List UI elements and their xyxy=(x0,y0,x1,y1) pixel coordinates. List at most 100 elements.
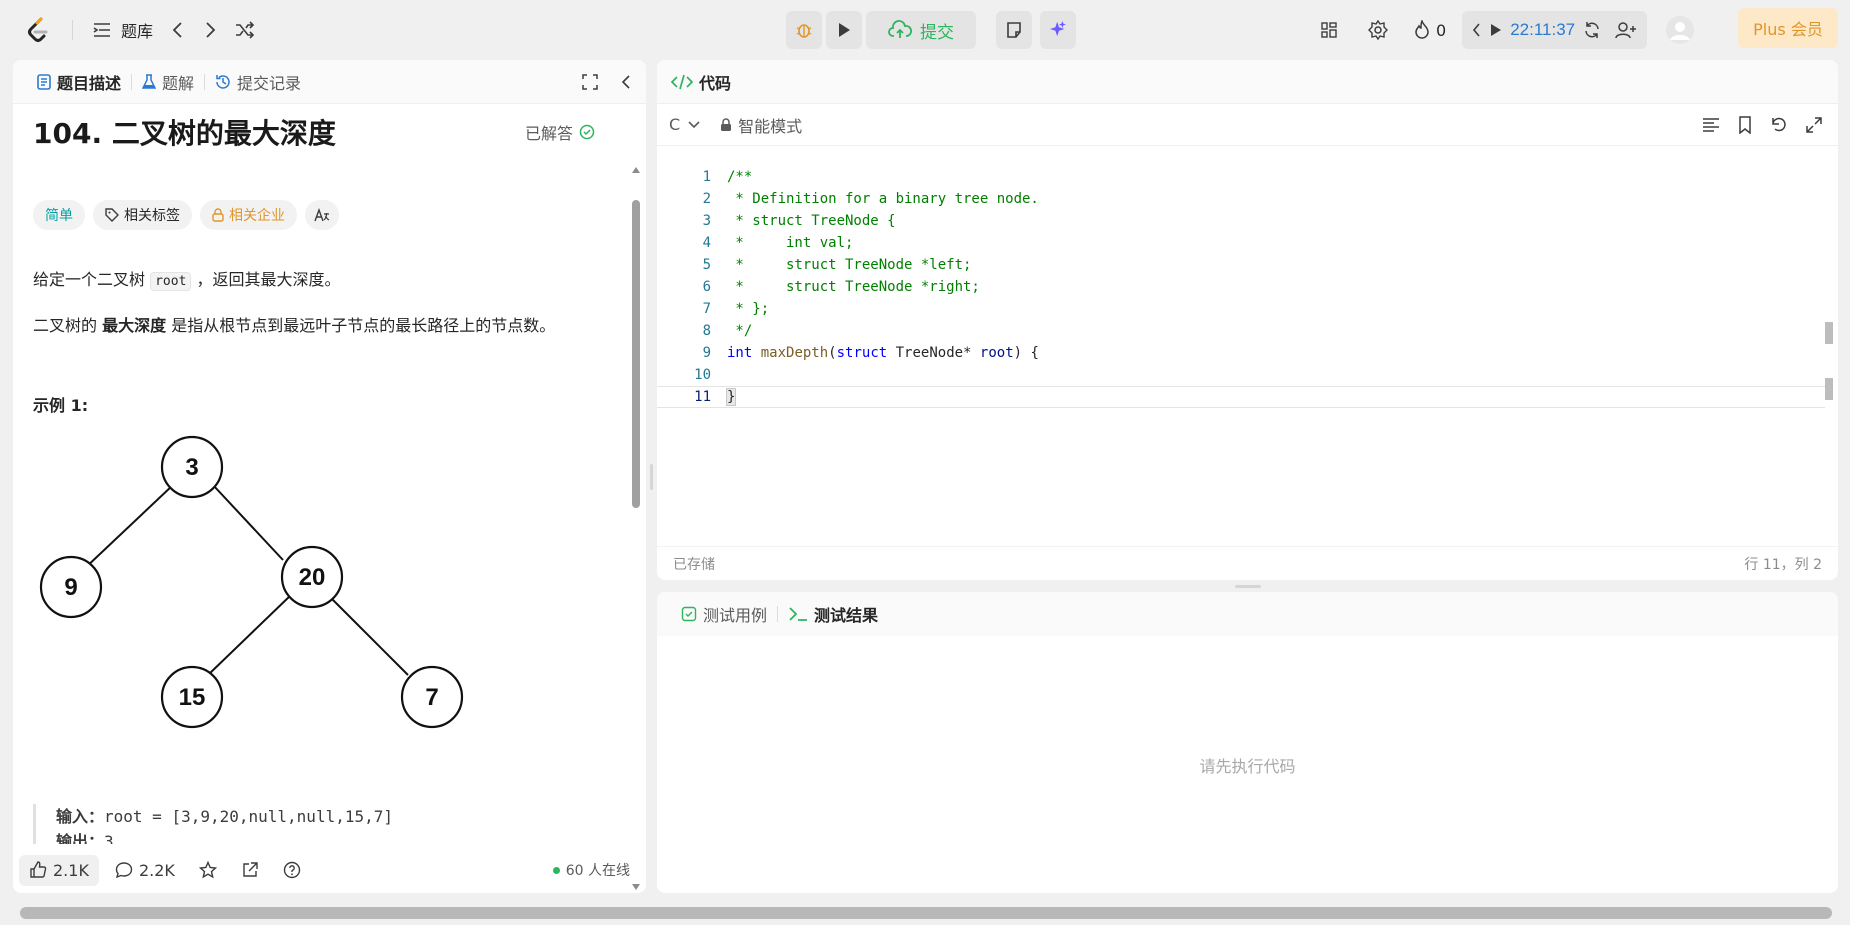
code-line[interactable]: 1 /** xyxy=(657,166,1825,188)
code-text: */ xyxy=(727,323,753,339)
line-number: 1 xyxy=(702,169,711,185)
run-button[interactable] xyxy=(826,11,862,49)
share-button[interactable] xyxy=(241,861,259,879)
plus-member-button[interactable]: Plus 会员 xyxy=(1738,8,1838,48)
layout-icon[interactable] xyxy=(1320,21,1338,39)
example-input-label: 输入： xyxy=(56,807,105,826)
code-line[interactable]: 3 * struct TreeNode { xyxy=(657,210,1825,232)
inline-code-root: root xyxy=(150,272,192,291)
problem-title: 104. 二叉树的最大深度 xyxy=(33,117,336,150)
example-output-label: 输出： xyxy=(56,832,105,844)
timer[interactable]: 22:11:37 xyxy=(1462,11,1648,49)
binary-tree-diagram: 3 9 20 15 7 xyxy=(39,435,464,729)
debug-button[interactable] xyxy=(786,11,822,49)
saved-status: 已存储 xyxy=(673,556,715,573)
flask-icon xyxy=(142,73,157,90)
editor-tools xyxy=(1702,115,1838,134)
scrollbar-thumb[interactable] xyxy=(632,200,640,508)
code-line[interactable]: 4 * int val; xyxy=(657,232,1825,254)
streak-badge[interactable]: 0 xyxy=(1414,20,1446,40)
chevron-left-icon[interactable] xyxy=(171,21,185,39)
leetcode-logo[interactable] xyxy=(24,16,52,44)
code-line[interactable]: 10 xyxy=(657,364,1825,386)
tab-submissions-label: 提交记录 xyxy=(237,73,302,93)
comment-icon xyxy=(115,861,133,879)
tab-description[interactable]: 题目描述 xyxy=(27,70,131,94)
line-number: 6 xyxy=(702,279,711,295)
desc1-text: 给定一个二叉树 xyxy=(33,270,151,289)
help-button[interactable] xyxy=(283,861,301,879)
smart-mode-toggle[interactable]: 智能模式 xyxy=(720,113,802,137)
test-tabs: 测试用例 测试结果 xyxy=(657,592,1838,636)
comments-button[interactable]: 2.2K xyxy=(115,861,175,880)
problem-list-label: 题库 xyxy=(121,22,154,41)
example-title: 示例 1: xyxy=(33,396,89,415)
chevron-down-icon xyxy=(688,120,700,129)
tab-test-cases[interactable]: 测试用例 xyxy=(671,602,777,626)
bookmark-icon[interactable] xyxy=(1738,115,1752,134)
fullscreen-icon[interactable] xyxy=(582,73,598,90)
reset-icon[interactable] xyxy=(1770,116,1788,134)
code-line[interactable]: 7 * }; xyxy=(657,298,1825,320)
code-text: } xyxy=(725,388,737,406)
problem-list-button[interactable]: 题库 xyxy=(93,18,153,42)
example-input: 输入：root = [3,9,20,null,null,15,7] xyxy=(56,804,613,829)
favorite-button[interactable] xyxy=(198,861,217,879)
online-dot xyxy=(552,866,560,874)
tag-row: 简单 相关标签 相关企业 xyxy=(33,200,339,230)
translate-icon xyxy=(314,208,330,222)
code-line-current[interactable]: 11} xyxy=(657,386,1825,408)
related-companies-button[interactable]: 相关企业 xyxy=(200,200,297,230)
code-line[interactable]: 6 * struct TreeNode *right; xyxy=(657,276,1825,298)
line-number: 4 xyxy=(702,235,711,251)
code-icon xyxy=(671,74,693,90)
tab-solutions[interactable]: 题解 xyxy=(132,70,204,94)
expand-icon[interactable] xyxy=(1806,116,1822,134)
note-icon xyxy=(1005,21,1023,39)
gear-icon[interactable] xyxy=(1368,20,1388,40)
horizontal-scrollbar[interactable] xyxy=(20,907,1832,919)
note-button[interactable] xyxy=(996,11,1032,49)
description-paragraph-1: 给定一个二叉树 root ，返回其最大深度。 xyxy=(33,266,341,291)
tree-node-label: 20 xyxy=(299,564,326,591)
code-line[interactable]: 9 int maxDepth(struct TreeNode* root) { xyxy=(657,342,1825,364)
example-output: 输出：3 xyxy=(56,829,613,844)
like-button[interactable]: 2.1K xyxy=(19,854,99,886)
line-number: 9 xyxy=(702,345,711,361)
tree-edge xyxy=(207,594,292,676)
tab-submissions[interactable]: 提交记录 xyxy=(205,70,311,94)
avatar[interactable] xyxy=(1665,15,1695,45)
lock-icon xyxy=(720,117,732,132)
shuffle-icon[interactable] xyxy=(235,21,255,39)
language-select[interactable]: C xyxy=(669,115,700,134)
code-editor[interactable]: 1 /** 2 * Definition for a binary tree no… xyxy=(657,156,1838,526)
test-results-label: 测试结果 xyxy=(814,606,879,625)
vertical-splitter[interactable] xyxy=(650,464,653,490)
format-icon[interactable] xyxy=(1702,116,1720,134)
add-user-icon[interactable] xyxy=(1615,21,1637,39)
horizontal-splitter[interactable] xyxy=(1235,585,1261,588)
code-text: * struct TreeNode { xyxy=(727,213,896,229)
ai-assistant-button[interactable] xyxy=(1040,11,1076,49)
play-icon[interactable] xyxy=(1490,23,1502,37)
checkbox-icon xyxy=(681,606,697,622)
problem-content: 104. 二叉树的最大深度 已解答 简单 相关标签 相关企业 给定一个二叉树 r… xyxy=(33,104,623,844)
collapse-panel-icon[interactable] xyxy=(620,74,632,90)
submit-button[interactable]: 提交 xyxy=(866,11,976,49)
tab-code[interactable]: 代码 xyxy=(657,60,1838,104)
related-tags-button[interactable]: 相关标签 xyxy=(93,200,192,230)
chevron-right-icon[interactable] xyxy=(203,21,217,39)
code-line[interactable]: 2 * Definition for a binary tree node. xyxy=(657,188,1825,210)
code-line[interactable]: 8 */ xyxy=(657,320,1825,342)
tab-test-results[interactable]: 测试结果 xyxy=(778,602,888,626)
list-icon xyxy=(93,22,111,38)
refresh-icon[interactable] xyxy=(1583,21,1601,39)
problem-footer: 2.1K 2.2K 60 人在线 xyxy=(13,848,646,892)
tree-node-label: 7 xyxy=(425,684,438,711)
chevron-left-icon[interactable] xyxy=(1472,23,1482,37)
cloud-upload-icon xyxy=(888,20,912,40)
code-line[interactable]: 5 * struct TreeNode *left; xyxy=(657,254,1825,276)
tree-edge xyxy=(327,594,409,676)
translate-button[interactable] xyxy=(305,200,339,230)
lock-icon xyxy=(212,208,224,222)
